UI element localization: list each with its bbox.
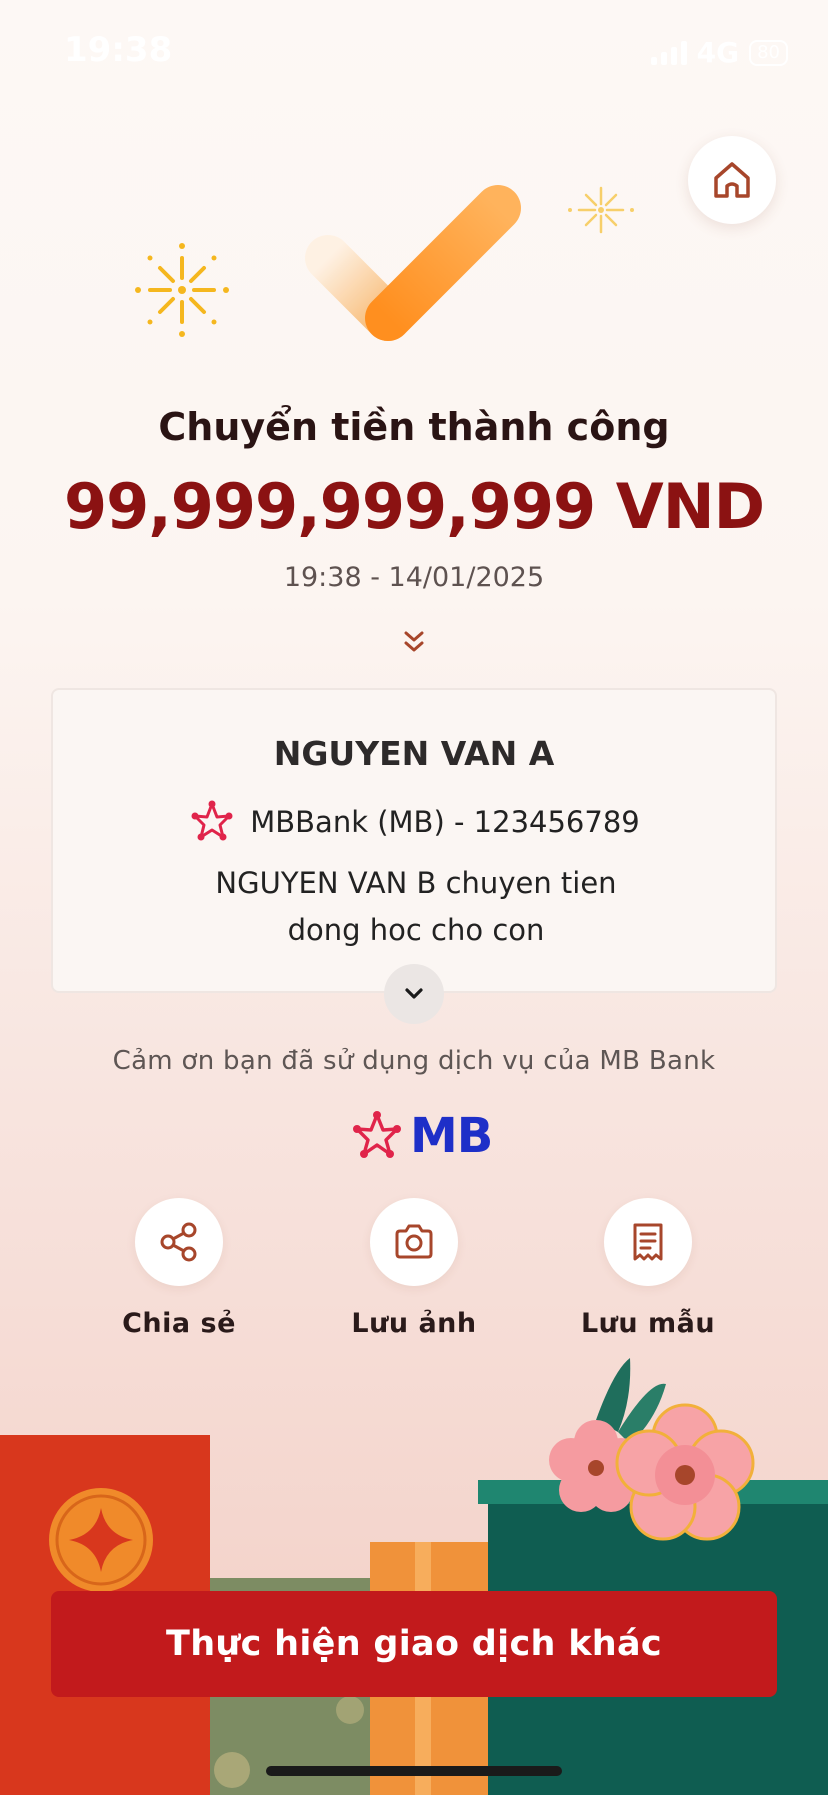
new-transaction-button[interactable]: Thực hiện giao dịch khác (51, 1591, 777, 1697)
share-icon (160, 1222, 197, 1262)
bank-account-row: MBBank (MB) - 123456789 (53, 798, 775, 846)
mb-star-logo-icon (353, 1111, 401, 1158)
thank-you-text: Cảm ơn bạn đã sử dụng dịch vụ của MB Ban… (112, 1046, 716, 1076)
home-indicator (266, 1766, 562, 1776)
mb-bank-star-icon (191, 800, 233, 841)
share-button[interactable] (135, 1198, 223, 1286)
success-title: Chuyển tiền thành công (158, 405, 670, 449)
expand-details-button[interactable] (384, 964, 444, 1024)
success-checkmark-illustration (135, 185, 634, 341)
save-image-action[interactable]: Lưu ảnh (324, 1198, 504, 1339)
camera-icon (395, 1224, 433, 1259)
transfer-detail-card: NGUYEN VAN A MBBank (MB) - 123456789 NGU… (51, 688, 777, 993)
firework-right-icon (568, 186, 634, 234)
save-image-button[interactable] (370, 1198, 458, 1286)
mb-logo-text: MB (410, 1108, 493, 1164)
save-template-label: Lưu mẫu (580, 1308, 716, 1339)
save-template-button[interactable] (604, 1198, 692, 1286)
transfer-amount: 99,999,999,999 VND (63, 470, 765, 543)
share-label: Chia sẻ (122, 1308, 236, 1339)
status-indicators: 4G 80 (650, 36, 788, 69)
mb-logo: MB (350, 1108, 493, 1164)
chevron-down-icon (405, 988, 423, 999)
transfer-datetime: 19:38 - 14/01/2025 (283, 562, 545, 593)
status-time: 19:38 (64, 30, 173, 70)
transfer-memo: NGUYEN VAN B chuyen tien dong hoc cho co… (215, 866, 617, 947)
signal-icon (650, 40, 687, 65)
save-image-label: Lưu ảnh (351, 1308, 477, 1339)
tet-gift-illustration (0, 1358, 828, 1795)
status-bar: 19:38 4G 80 (0, 0, 828, 100)
double-chevron-down-icon[interactable] (400, 628, 428, 656)
firework-left-icon (135, 243, 229, 337)
receipt-icon (633, 1223, 663, 1261)
network-type: 4G (696, 36, 740, 69)
recipient-name: NGUYEN VAN A (273, 734, 555, 773)
save-template-action[interactable]: Lưu mẫu (558, 1198, 738, 1339)
share-action[interactable]: Chia sẻ (89, 1198, 269, 1339)
battery-icon: 80 (749, 39, 788, 66)
bank-account-text: MBBank (MB) - 123456789 (250, 805, 640, 839)
